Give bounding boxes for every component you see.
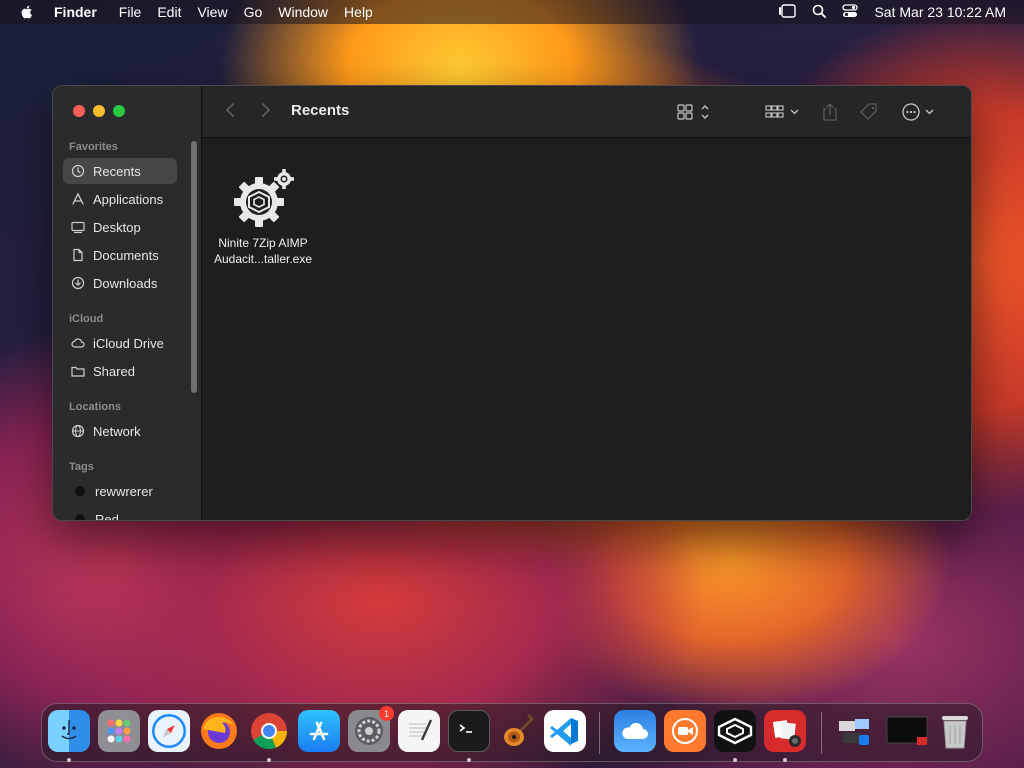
tag-icon[interactable] (859, 101, 879, 123)
sidebar-item-label: Network (93, 423, 141, 439)
screenshot-stack-icon[interactable] (884, 710, 932, 752)
garageband-icon[interactable] (498, 710, 540, 752)
sidebar-item-downloads[interactable]: Downloads (63, 270, 177, 296)
finder-toolbar: Recents (203, 86, 971, 138)
trash-icon[interactable] (934, 710, 976, 752)
vscode-icon[interactable] (544, 710, 586, 752)
download-icon (71, 276, 85, 290)
sidebar-section-locations: Locations (69, 401, 121, 413)
file-name: Ninite 7Zip AIMP Audacit...taller.exe (203, 235, 323, 267)
sidebar-section-favorites: Favorites (69, 141, 118, 153)
tag-dot-icon (75, 514, 85, 520)
stage-manager-icon[interactable] (778, 3, 797, 21)
finder-icon[interactable] (48, 710, 90, 752)
apple-icon[interactable] (19, 4, 35, 20)
menu-bar: Finder File Edit View Go Window Help Sat… (0, 0, 1024, 24)
menu-finder[interactable]: Finder (54, 0, 105, 24)
sidebar-item-label: rewwrerer (95, 483, 153, 499)
menu-file[interactable]: File (111, 0, 150, 24)
zoom-button[interactable] (113, 105, 125, 117)
dock: 1 (41, 703, 983, 762)
share-icon[interactable] (821, 101, 839, 123)
sidebar-item-applications[interactable]: Applications (63, 186, 177, 212)
sidebar-section-tags: Tags (69, 461, 94, 473)
shared-folder-icon (71, 364, 85, 378)
forward-button[interactable] (261, 102, 271, 123)
file-name-line-2: Audacit...taller.exe (213, 252, 313, 266)
globe-icon (71, 424, 85, 438)
safari-icon[interactable] (148, 710, 190, 752)
screen-recorder-icon[interactable] (664, 710, 706, 752)
file-name-line-1: Ninite 7Zip AIMP (218, 236, 308, 250)
sidebar-item-tag-red[interactable]: Red (63, 506, 177, 521)
applications-icon (71, 192, 85, 206)
sidebar-item-label: iCloud Drive (93, 335, 164, 351)
window-title: Recents (291, 102, 350, 119)
sidebar-item-label: Downloads (93, 275, 158, 291)
back-button[interactable] (225, 102, 235, 123)
dock-separator (821, 712, 822, 754)
system-settings-icon[interactable]: 1 (348, 706, 394, 752)
ninite-icon[interactable] (714, 710, 756, 752)
launchpad-icon[interactable] (98, 710, 140, 752)
notification-badge: 1 (379, 706, 394, 721)
running-indicator (467, 758, 471, 762)
menu-view[interactable]: View (189, 0, 235, 24)
dock-separator (599, 712, 600, 754)
more-actions-icon[interactable] (901, 101, 937, 123)
sidebar-item-shared[interactable]: Shared (63, 358, 177, 384)
spotlight-search-icon[interactable] (812, 4, 827, 21)
running-indicator (733, 758, 737, 762)
sidebar-item-network[interactable]: Network (63, 418, 177, 444)
minimize-button[interactable] (93, 105, 105, 117)
sidebar-item-label: Shared (93, 363, 135, 379)
clock-icon (71, 164, 85, 178)
menu-bar-clock[interactable]: Sat Mar 23 10:22 AM (874, 4, 1006, 20)
sidebar-item-label: Red (95, 511, 119, 521)
file-item-ninite-installer[interactable]: Ninite 7Zip AIMP Audacit...taller.exe (203, 169, 323, 267)
running-indicator (783, 758, 787, 762)
desktop-icon (71, 220, 85, 234)
finder-sidebar: Favorites Recents Applications Desktop D… (53, 86, 202, 520)
sidebar-item-icloud-drive[interactable]: iCloud Drive (63, 330, 177, 356)
document-icon (71, 248, 85, 262)
menu-window[interactable]: Window (270, 0, 336, 24)
photo-booth-icon[interactable] (764, 710, 806, 752)
textedit-icon[interactable] (398, 710, 440, 752)
sidebar-item-documents[interactable]: Documents (63, 242, 177, 268)
cloud-icon (71, 336, 85, 350)
tag-dot-icon (75, 486, 85, 496)
sidebar-item-label: Desktop (93, 219, 141, 235)
sidebar-item-desktop[interactable]: Desktop (63, 214, 177, 240)
terminal-icon[interactable] (448, 710, 490, 752)
finder-content-area: Ninite 7Zip AIMP Audacit...taller.exe (203, 139, 971, 520)
group-by-icon-button[interactable] (765, 101, 801, 123)
running-indicator (267, 758, 271, 762)
app-store-icon[interactable] (298, 710, 340, 752)
sidebar-item-label: Documents (93, 247, 159, 263)
sidebar-scrollbar[interactable] (191, 141, 197, 393)
firefox-icon[interactable] (198, 710, 240, 752)
window-controls (73, 105, 125, 117)
weather-icon[interactable] (614, 710, 656, 752)
chrome-icon[interactable] (248, 710, 290, 752)
running-indicator (67, 758, 71, 762)
downloads-stack-icon[interactable] (834, 710, 876, 752)
finder-window: Favorites Recents Applications Desktop D… (52, 85, 972, 521)
sidebar-section-icloud: iCloud (69, 313, 104, 325)
menu-go[interactable]: Go (236, 0, 271, 24)
ninite-installer-icon (231, 169, 295, 229)
view-mode-icon-button[interactable] (677, 101, 713, 123)
control-center-icon[interactable] (842, 3, 859, 21)
close-button[interactable] (73, 105, 85, 117)
sidebar-item-label: Recents (93, 163, 141, 179)
menu-edit[interactable]: Edit (149, 0, 189, 24)
menu-help[interactable]: Help (336, 0, 381, 24)
sidebar-item-tag-rewwrerer[interactable]: rewwrerer (63, 478, 177, 504)
sidebar-item-label: Applications (93, 191, 164, 207)
sidebar-item-recents[interactable]: Recents (63, 158, 177, 184)
